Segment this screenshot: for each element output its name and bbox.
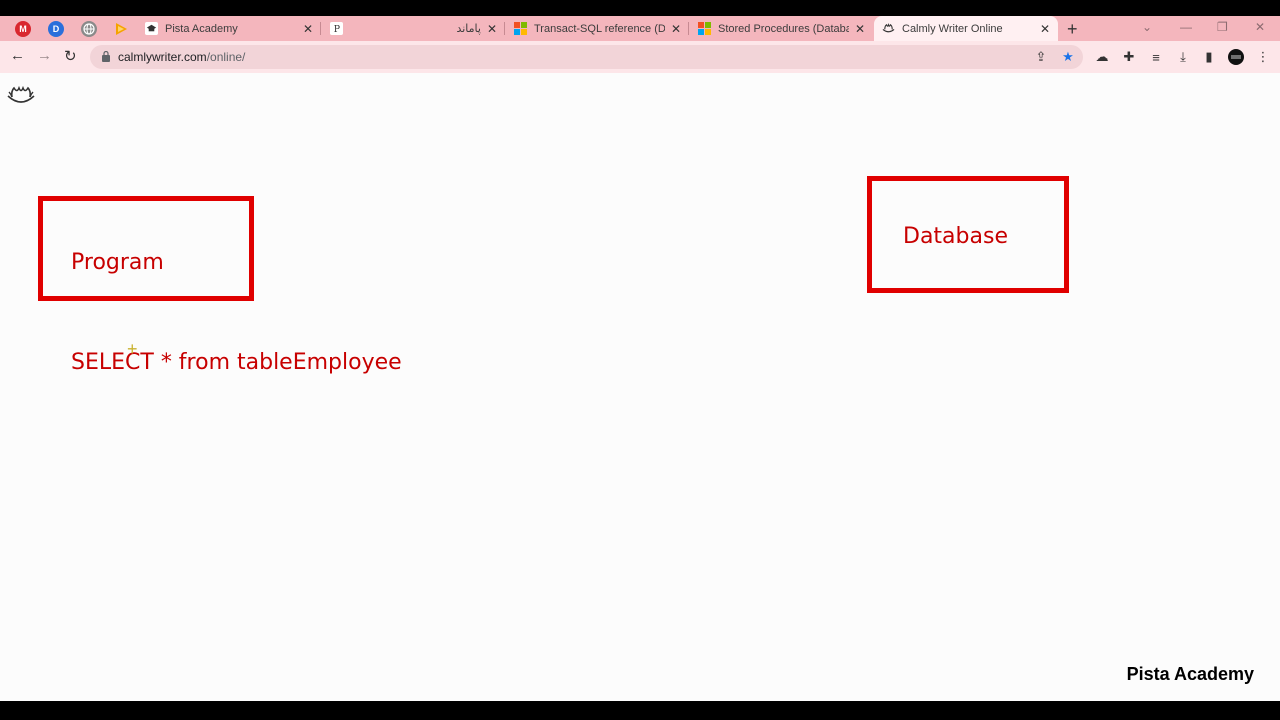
share-icon[interactable]: ⇪ bbox=[1033, 49, 1049, 65]
program-label: Program bbox=[71, 250, 164, 275]
editor-page[interactable]: Program Database SELECT * from tableEmpl… bbox=[0, 73, 1280, 701]
pinned-tab-mega[interactable]: M bbox=[15, 21, 31, 37]
tab-title: Calmly Writer Online bbox=[902, 22, 1003, 35]
mega-icon: M bbox=[19, 24, 27, 34]
download-icon[interactable]: ⤓ bbox=[1175, 49, 1191, 65]
globe-icon bbox=[83, 23, 95, 35]
tab-strip: M D Pista Academy ✕ P پاماند ✕ Transact-… bbox=[0, 16, 1280, 41]
sql-query-text: SELECT * from tableEmployee bbox=[71, 350, 402, 375]
side-panel-icon[interactable]: ▮ bbox=[1201, 49, 1217, 65]
minimize-button[interactable]: — bbox=[1180, 20, 1192, 34]
close-icon[interactable]: ✕ bbox=[303, 22, 313, 36]
pinned-tab-orange[interactable] bbox=[113, 21, 129, 37]
d-app-icon: D bbox=[52, 24, 60, 34]
extensions-puzzle-icon[interactable]: ✚ bbox=[1121, 49, 1137, 65]
crosshair-cursor-icon: + bbox=[127, 339, 138, 359]
close-icon[interactable]: ✕ bbox=[1040, 22, 1050, 36]
url-text[interactable]: calmlywriter.com/online/ bbox=[118, 50, 245, 64]
window-close-button[interactable]: ✕ bbox=[1255, 20, 1265, 34]
microsoft-logo-icon bbox=[514, 22, 527, 35]
browser-toolbar: ← → ↻ calmlywriter.com/online/ ⇪ ★ ☁ ✚ ≡… bbox=[0, 41, 1280, 73]
tab-title: Stored Procedures (Database bbox=[718, 22, 849, 35]
pinned-tab-globe[interactable] bbox=[81, 21, 97, 37]
tab-transact-sql[interactable]: Transact-SQL reference (Datal ✕ bbox=[506, 16, 689, 41]
play-logo-icon bbox=[116, 23, 127, 35]
p-logo-icon: P bbox=[330, 22, 343, 35]
address-bar[interactable]: calmlywriter.com/online/ ⇪ ★ bbox=[90, 45, 1083, 69]
menu-kebab-icon[interactable]: ⋮ bbox=[1255, 49, 1271, 65]
tab-search-chevron-icon[interactable]: ⌄ bbox=[1142, 20, 1152, 34]
watermark-text: Pista Academy bbox=[1126, 664, 1254, 684]
reload-button[interactable]: ↻ bbox=[64, 47, 77, 65]
tab-pamand[interactable]: P پاماند ✕ bbox=[322, 16, 505, 41]
forward-button[interactable]: → bbox=[37, 47, 52, 64]
tab-calmly-writer[interactable]: Calmly Writer Online ✕ bbox=[874, 16, 1058, 41]
svg-text:P: P bbox=[334, 24, 340, 35]
url-path: /online/ bbox=[206, 50, 246, 64]
tab-title: پاماند bbox=[456, 23, 481, 35]
close-icon[interactable]: ✕ bbox=[855, 22, 865, 36]
media-queue-icon[interactable]: ≡ bbox=[1148, 49, 1164, 65]
lotus-icon bbox=[882, 23, 895, 33]
new-tab-button[interactable]: + bbox=[1067, 19, 1078, 40]
calmly-lotus-icon[interactable] bbox=[6, 83, 36, 107]
tab-stored-procedures[interactable]: Stored Procedures (Database ✕ bbox=[690, 16, 873, 41]
url-host: calmlywriter.com bbox=[118, 50, 207, 64]
tab-title: Pista Academy bbox=[165, 22, 238, 35]
bookmark-star-icon[interactable]: ★ bbox=[1060, 49, 1076, 65]
close-icon[interactable]: ✕ bbox=[671, 22, 681, 36]
close-icon[interactable]: ✕ bbox=[487, 22, 497, 36]
database-label: Database bbox=[903, 224, 1008, 249]
restore-button[interactable]: ❐ bbox=[1217, 20, 1228, 34]
program-box bbox=[38, 196, 254, 301]
pinned-tab-d-app[interactable]: D bbox=[48, 21, 64, 37]
extension-cloud-icon[interactable]: ☁ bbox=[1094, 49, 1110, 65]
tab-pista-academy[interactable]: Pista Academy ✕ bbox=[137, 16, 321, 41]
microsoft-logo-icon bbox=[698, 22, 711, 35]
profile-avatar[interactable] bbox=[1228, 49, 1244, 65]
back-button[interactable]: ← bbox=[10, 47, 25, 64]
tab-title: Transact-SQL reference (Datal bbox=[534, 22, 665, 35]
bottom-black-bar bbox=[0, 701, 1280, 720]
lock-icon[interactable] bbox=[102, 51, 110, 62]
graduation-cap-icon bbox=[145, 22, 158, 35]
